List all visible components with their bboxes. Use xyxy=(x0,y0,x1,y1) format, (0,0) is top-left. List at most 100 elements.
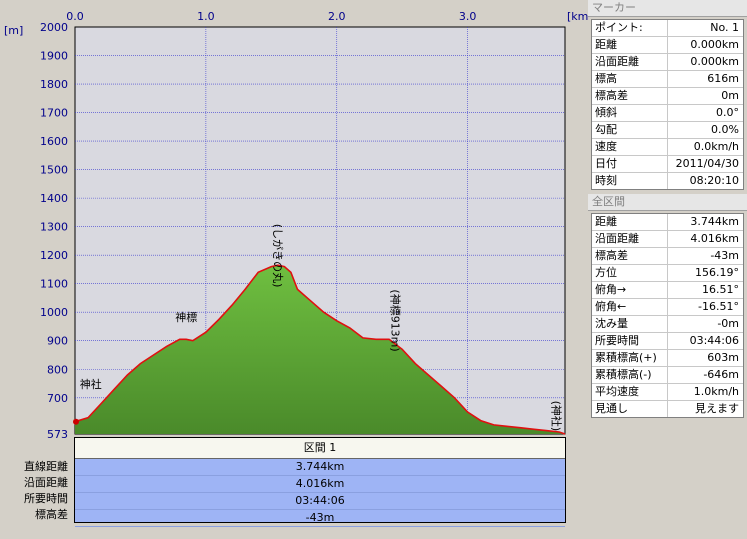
marker-key: 標高差 xyxy=(592,88,668,104)
marker-key: 勾配 xyxy=(592,122,668,138)
marker-value: 0.0km/h xyxy=(693,140,739,153)
y-unit-label: [m] xyxy=(4,24,23,37)
section-label-surface: 沿面距離 xyxy=(24,476,68,489)
marker-value: 616m xyxy=(707,72,739,85)
all-key: 沈み量 xyxy=(592,316,668,332)
marker-key: 傾斜 xyxy=(592,105,668,121)
y-tick-label: 1400 xyxy=(40,192,68,205)
all-key: 標高差 xyxy=(592,248,668,264)
marker-key: 標高 xyxy=(592,71,668,87)
y-tick-label: 1900 xyxy=(40,50,68,63)
marker-value: No. 1 xyxy=(710,21,739,34)
y-tick-label: 1700 xyxy=(40,107,68,120)
marker-row: 標高 616m xyxy=(592,71,743,88)
y-tick-label: 700 xyxy=(47,392,68,405)
x-unit-label: [km] xyxy=(567,10,588,23)
section-label-straight: 直線距離 xyxy=(24,460,68,473)
all-row: 方位 156.19° xyxy=(592,265,743,282)
info-panel: マーカー ポイント: No. 1 距離 0.000km 沿面距離 0.000km 標高 616… xyxy=(588,0,747,539)
x-tick-label: 1.0 xyxy=(197,10,215,23)
all-value: 4.016km xyxy=(690,232,739,245)
marker-key: ポイント: xyxy=(592,20,668,36)
all-key: 俯角← xyxy=(592,299,668,315)
all-value: -646m xyxy=(703,368,739,381)
y-tick-label: 2000 xyxy=(40,21,68,34)
all-value: 1.0km/h xyxy=(693,385,739,398)
marker-value: 0.000km xyxy=(690,38,739,51)
start-marker xyxy=(73,418,79,425)
marker-row: 距離 0.000km xyxy=(592,37,743,54)
all-row: 沈み量 -0m xyxy=(592,316,743,333)
all-row: 累積標高(+) 603m xyxy=(592,350,743,367)
section-value-elev-diff: -43m xyxy=(75,510,565,527)
all-key: 累積標高(-) xyxy=(592,367,668,383)
section-label-time: 所要時間 xyxy=(24,492,68,505)
all-row: 累積標高(-) -646m xyxy=(592,367,743,384)
marker-value: 0m xyxy=(721,89,739,102)
all-row: 見通し 見えます xyxy=(592,401,743,417)
marker-key: 時刻 xyxy=(592,173,668,189)
all-key: 方位 xyxy=(592,265,668,281)
all-value: 603m xyxy=(707,351,739,364)
waypoint-label: (神標913m) xyxy=(389,289,403,351)
section-label-elev-diff: 標高差 xyxy=(35,508,68,521)
all-row: 平均速度 1.0km/h xyxy=(592,384,743,401)
waypoint-label: 神社 xyxy=(80,377,102,391)
y-tick-label: 1200 xyxy=(40,249,68,262)
section-value-surface: 4.016km xyxy=(75,476,565,493)
section-summary-table: 区間 1 3.744km 4.016km 03:44:06 -43m xyxy=(74,437,566,527)
marker-value: 0.0° xyxy=(716,106,739,119)
marker-panel-title: マーカー xyxy=(588,0,747,17)
all-section-panel-title: 全区間 xyxy=(588,194,747,211)
y-tick-label: 1600 xyxy=(40,135,68,148)
section-value-straight: 3.744km xyxy=(75,459,565,476)
marker-row: ポイント: No. 1 xyxy=(592,20,743,37)
all-value: -0m xyxy=(717,317,739,330)
all-key: 俯角→ xyxy=(592,282,668,298)
y-tick-label: 1500 xyxy=(40,164,68,177)
all-key: 平均速度 xyxy=(592,384,668,400)
marker-value: 2011/04/30 xyxy=(675,157,739,170)
all-value: 16.51° xyxy=(702,283,739,296)
all-value: 156.19° xyxy=(695,266,739,279)
x-tick-label: 0.0 xyxy=(66,10,84,23)
all-row: 沿面距離 4.016km xyxy=(592,231,743,248)
section-value-time: 03:44:06 xyxy=(75,493,565,510)
y-tick-label: 1300 xyxy=(40,221,68,234)
marker-row: 時刻 08:20:10 xyxy=(592,173,743,189)
waypoint-label: (しがきの丸) xyxy=(271,224,285,288)
all-row: 所要時間 03:44:06 xyxy=(592,333,743,350)
marker-row: 標高差 0m xyxy=(592,88,743,105)
waypoint-label: 神標 xyxy=(175,310,197,324)
marker-row: 日付 2011/04/30 xyxy=(592,156,743,173)
section-header[interactable]: 区間 1 xyxy=(75,438,565,459)
y-tick-label: 573 xyxy=(47,428,68,441)
y-tick-label: 1800 xyxy=(40,78,68,91)
x-tick-label: 2.0 xyxy=(328,10,346,23)
marker-row: 沿面距離 0.000km xyxy=(592,54,743,71)
marker-row: 傾斜 0.0° xyxy=(592,105,743,122)
y-tick-label: 1100 xyxy=(40,278,68,291)
all-value: -16.51° xyxy=(698,300,739,313)
all-key: 累積標高(+) xyxy=(592,350,668,366)
marker-value: 0.000km xyxy=(690,55,739,68)
all-row: 俯角← -16.51° xyxy=(592,299,743,316)
all-section-table: 距離 3.744km 沿面距離 4.016km 標高差 -43m 方位 156.19° 俯角→ 1… xyxy=(591,213,744,418)
all-value: -43m xyxy=(710,249,739,262)
all-value: 3.744km xyxy=(690,215,739,228)
marker-value: 08:20:10 xyxy=(689,174,739,187)
marker-value: 0.0% xyxy=(711,123,739,136)
marker-key: 速度 xyxy=(592,139,668,155)
marker-row: 速度 0.0km/h xyxy=(592,139,743,156)
x-tick-label: 3.0 xyxy=(459,10,477,23)
marker-key: 沿面距離 xyxy=(592,54,668,70)
all-value: 見えます xyxy=(695,402,739,415)
all-value: 03:44:06 xyxy=(689,334,739,347)
y-tick-label: 1000 xyxy=(40,306,68,319)
marker-table: ポイント: No. 1 距離 0.000km 沿面距離 0.000km 標高 616m 標高差 0… xyxy=(591,19,744,190)
all-row: 標高差 -43m xyxy=(592,248,743,265)
marker-key: 日付 xyxy=(592,156,668,172)
section-row-labels: 直線距離 沿面距離 所要時間 標高差 xyxy=(0,459,72,523)
all-key: 距離 xyxy=(592,214,668,230)
all-row: 距離 3.744km xyxy=(592,214,743,231)
